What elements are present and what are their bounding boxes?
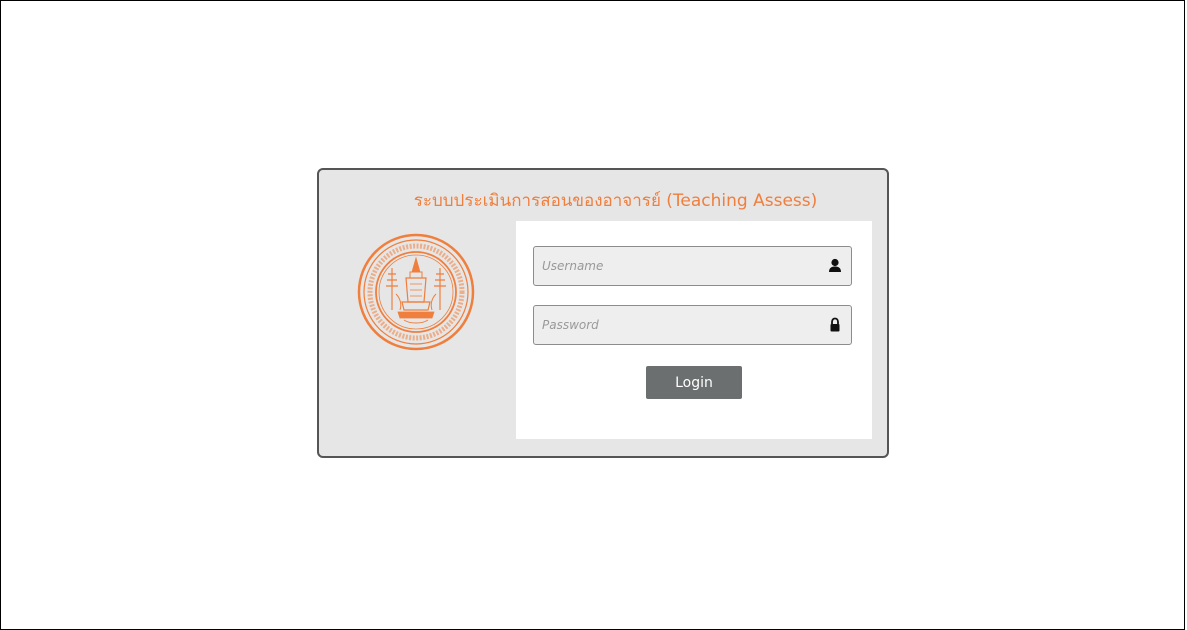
login-form: Login <box>516 221 872 439</box>
password-field-wrapper <box>533 305 852 345</box>
lock-icon <box>830 317 840 332</box>
login-panel: ระบบประเมินการสอนของอาจารย์ (Teaching As… <box>317 168 889 458</box>
password-input[interactable] <box>534 306 851 344</box>
username-input[interactable] <box>534 247 851 285</box>
username-field-wrapper <box>533 246 852 286</box>
university-seal-logo <box>357 233 475 351</box>
login-button[interactable]: Login <box>646 366 742 399</box>
user-icon <box>829 258 841 272</box>
page-title: ระบบประเมินการสอนของอาจารย์ (Teaching As… <box>413 191 818 211</box>
